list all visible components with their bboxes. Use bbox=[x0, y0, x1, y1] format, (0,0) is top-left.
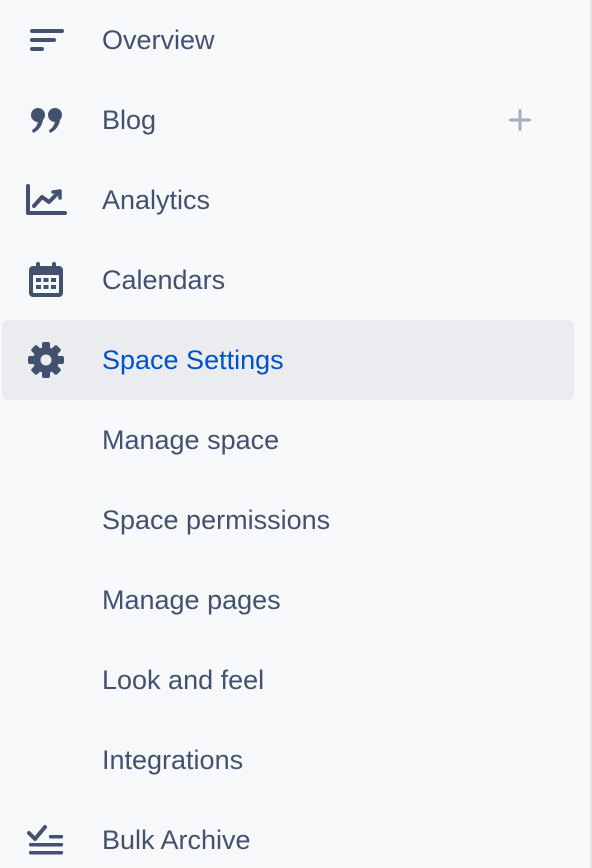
sidebar-item-label: Analytics bbox=[102, 185, 211, 215]
line-chart-icon bbox=[24, 180, 68, 220]
sidebar-item-label: Space Settings bbox=[102, 345, 284, 375]
sidebar-item-label: Space permissions bbox=[102, 505, 331, 535]
sidebar-item-analytics[interactable]: Analytics bbox=[2, 160, 574, 240]
sidebar-item-label: Integrations bbox=[102, 745, 244, 775]
quote-icon bbox=[24, 100, 68, 140]
sidebar-item-calendars[interactable]: Calendars bbox=[2, 240, 574, 320]
sidebar-item-blog[interactable]: Blog bbox=[2, 80, 574, 160]
sidebar-item-space-settings[interactable]: Space Settings bbox=[2, 320, 574, 400]
add-blog-post-plus-icon[interactable] bbox=[506, 106, 534, 134]
sidebar-item-bulk-archive[interactable]: Bulk Archive bbox=[2, 800, 574, 868]
sidebar-item-label: Blog bbox=[102, 105, 157, 135]
sidebar-item-label: Manage pages bbox=[102, 585, 281, 615]
sidebar-subitem-manage-space[interactable]: Manage space bbox=[2, 400, 574, 480]
sidebar-item-label: Look and feel bbox=[102, 665, 265, 695]
overview-lines-icon bbox=[24, 20, 68, 60]
sidebar-item-label: Calendars bbox=[102, 265, 226, 295]
sidebar-subitem-integrations[interactable]: Integrations bbox=[2, 720, 574, 800]
sidebar-item-label: Bulk Archive bbox=[102, 825, 251, 855]
sidebar-subitem-manage-pages[interactable]: Manage pages bbox=[2, 560, 574, 640]
sidebar-item-label: Overview bbox=[102, 25, 215, 55]
gear-icon bbox=[24, 340, 68, 380]
bulk-archive-icon bbox=[24, 820, 68, 860]
sidebar-subitem-space-permissions[interactable]: Space permissions bbox=[2, 480, 574, 560]
calendar-icon bbox=[24, 260, 68, 300]
sidebar-item-overview[interactable]: Overview bbox=[2, 0, 574, 80]
sidebar-subitem-look-and-feel[interactable]: Look and feel bbox=[2, 640, 574, 720]
sidebar-item-label: Manage space bbox=[102, 425, 280, 455]
